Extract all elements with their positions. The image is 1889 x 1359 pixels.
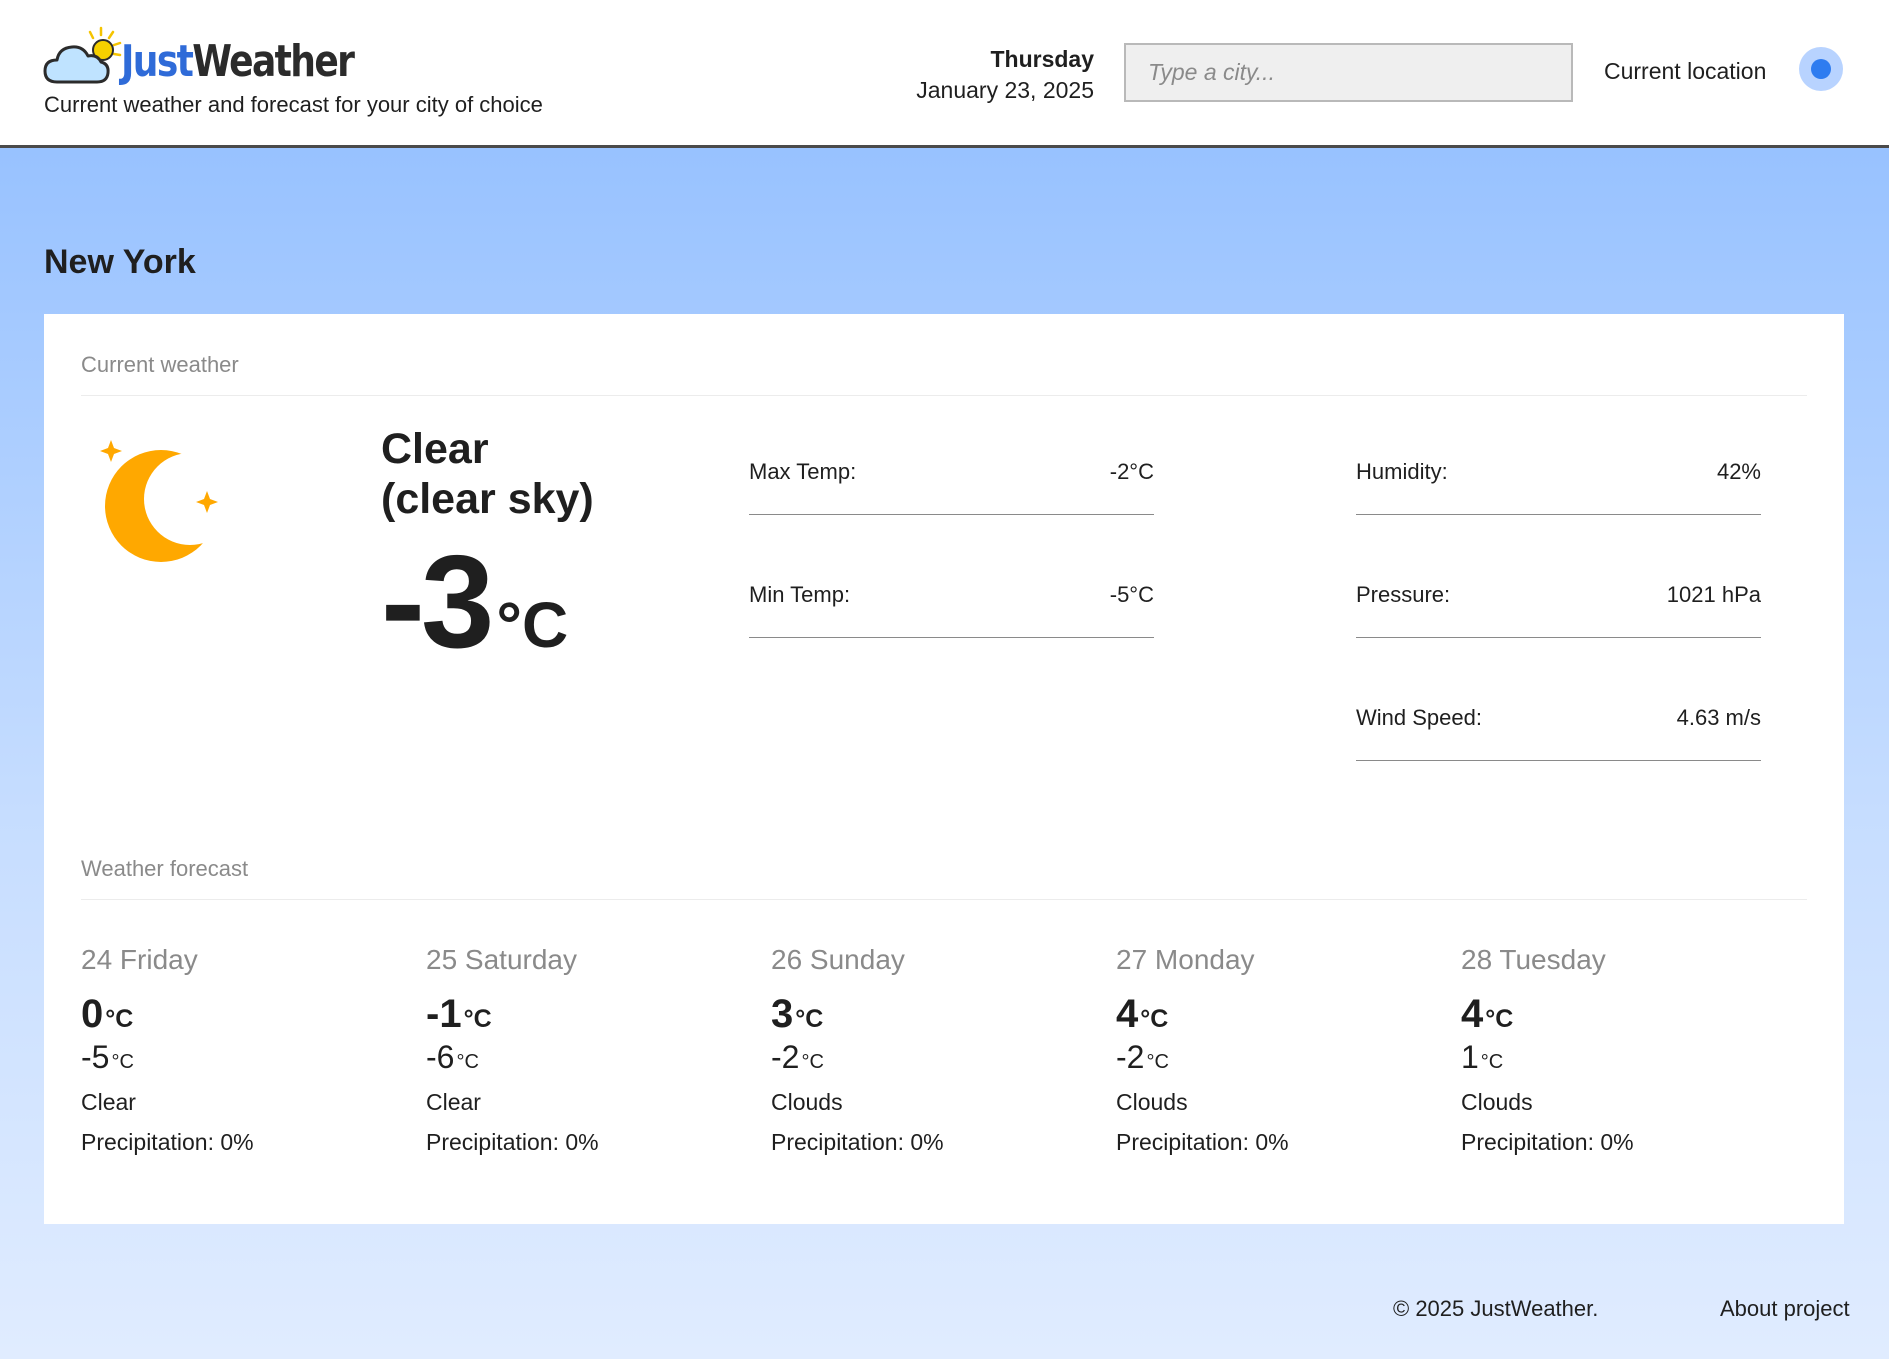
stat-label: Max Temp: <box>749 459 857 484</box>
day-name: Thursday <box>990 46 1094 72</box>
forecast-min: -6 °C <box>426 1036 726 1078</box>
forecast-unit: °C <box>801 1051 824 1073</box>
forecast-unit: °C <box>1140 1005 1169 1033</box>
forecast-min: 1 °C <box>1461 1036 1761 1078</box>
current-location-button[interactable]: Current location <box>1604 58 1766 85</box>
forecast-precipitation: Precipitation: 0% <box>426 1129 599 1155</box>
forecast-condition: Clear <box>426 1089 481 1115</box>
forecast-title: Weather forecast <box>81 856 249 881</box>
logo-wordmark: JustWeather <box>121 40 355 84</box>
stat-value: 4.63 m/s <box>1676 705 1761 730</box>
forecast-precipitation: Precipitation: 0% <box>771 1129 944 1155</box>
logo-word-weather: Weather <box>192 36 355 87</box>
forecast-day: 27 Monday 4°C -2 °C Clouds Precipitation:… <box>1116 944 1416 1162</box>
forecast-day-name: 27 Monday <box>1116 944 1255 975</box>
stat-label: Wind Speed: <box>1356 705 1482 730</box>
description-detail: (clear sky) <box>381 475 594 523</box>
tagline: Current weather and forecast for your ci… <box>44 92 543 117</box>
forecast-max-value: 3 <box>771 992 794 1036</box>
forecast-unit: °C <box>1480 1051 1504 1073</box>
forecast-precipitation: Precipitation: 0% <box>81 1129 254 1155</box>
description-main: Clear <box>381 425 489 473</box>
stat-label: Pressure: <box>1356 582 1451 607</box>
about-project-link[interactable]: About project <box>1720 1296 1850 1322</box>
stat-max-temp: Max Temp: -2°C <box>749 450 1154 515</box>
forecast-min-value: -5 <box>81 1039 110 1075</box>
stat-label: Humidity: <box>1356 459 1448 484</box>
forecast-min-value: -2 <box>771 1039 800 1075</box>
forecast-unit: °C <box>1485 1005 1514 1033</box>
stat-label: Min Temp: <box>749 582 851 607</box>
stat-value: 1021 hPa <box>1666 582 1761 607</box>
forecast-unit: °C <box>1146 1051 1169 1073</box>
forecast-condition: Clouds <box>1461 1089 1533 1115</box>
forecast-unit: °C <box>463 1005 492 1033</box>
app-header: JustWeather Current weather and forecast… <box>0 0 1889 148</box>
weather-description: Clear (clear sky) <box>381 424 594 524</box>
forecast-condition: Clouds <box>771 1089 843 1115</box>
stat-min-temp: Min Temp: -5°C <box>749 573 1154 638</box>
current-weather-title: Current weather <box>81 352 239 377</box>
date-text: January 23, 2025 <box>916 77 1094 103</box>
cloud-sun-icon <box>43 26 122 84</box>
stat-wind-speed: Wind Speed: 4.63 m/s <box>1356 696 1761 761</box>
forecast-day-name: 28 Tuesday <box>1461 944 1606 975</box>
stat-value: -2°C <box>1109 459 1154 484</box>
divider <box>81 395 1807 396</box>
stat-pressure: Pressure: 1021 hPa <box>1356 573 1761 638</box>
stat-humidity: Humidity: 42% <box>1356 450 1761 515</box>
forecast-condition: Clear <box>81 1089 136 1115</box>
forecast-unit: °C <box>111 1051 134 1073</box>
stat-value: 42% <box>1716 459 1761 484</box>
forecast-min-value: -6 <box>426 1039 455 1075</box>
forecast-unit: °C <box>105 1005 134 1033</box>
forecast-day: 26 Sunday 3°C -2 °C Clouds Precipitation:… <box>771 944 1071 1162</box>
weather-card: Current weather Clear (clear sky) -3°C M… <box>44 314 1844 1224</box>
current-temperature: -3°C <box>381 536 568 668</box>
forecast-max: 4°C <box>1461 992 1761 1036</box>
forecast-condition: Clouds <box>1116 1089 1188 1115</box>
forecast-min: -2 °C <box>1116 1036 1416 1078</box>
location-toggle[interactable] <box>1799 47 1843 91</box>
forecast-day: 28 Tuesday 4°C 1 °C Clouds Precipitation:… <box>1461 944 1761 1162</box>
forecast-max-value: 4 <box>1461 992 1484 1036</box>
forecast-min-value: -2 <box>1116 1039 1145 1075</box>
forecast-max: 3°C <box>771 992 1071 1036</box>
city-name: New York <box>44 243 196 281</box>
forecast-day-name: 25 Saturday <box>426 944 577 975</box>
forecast-precipitation: Precipitation: 0% <box>1461 1129 1634 1155</box>
forecast-max-value: 4 <box>1116 992 1139 1036</box>
logo-word-just: Just <box>121 36 194 87</box>
forecast-day: 25 Saturday -1°C -6 °C Clear Precipitatio… <box>426 944 726 1162</box>
forecast-min: -5 °C <box>81 1036 381 1078</box>
forecast-max-value: 0 <box>81 992 104 1036</box>
current-date: Thursday January 23, 2025 <box>916 44 1094 106</box>
forecast-max: 4°C <box>1116 992 1416 1036</box>
copyright: © 2025 JustWeather. <box>1393 1296 1599 1321</box>
temperature-value: -3 <box>381 528 494 675</box>
forecast-day: 24 Friday 0°C -5 °C Clear Precipitation: … <box>81 944 381 1162</box>
forecast-unit: °C <box>795 1005 824 1033</box>
crescent-moon-icon <box>100 440 218 562</box>
forecast-day-name: 26 Sunday <box>771 944 905 975</box>
forecast-min-value: 1 <box>1461 1039 1479 1075</box>
forecast-min: -2 °C <box>771 1036 1071 1078</box>
forecast-max-value: -1 <box>426 992 462 1036</box>
temperature-unit: °C <box>496 589 569 661</box>
location-dot-icon <box>1811 59 1831 79</box>
logo[interactable]: JustWeather <box>43 26 363 90</box>
forecast-day-name: 24 Friday <box>81 944 198 975</box>
divider <box>81 899 1807 900</box>
city-search-input[interactable] <box>1124 43 1573 102</box>
forecast-precipitation: Precipitation: 0% <box>1116 1129 1289 1155</box>
stat-value: -5°C <box>1109 582 1154 607</box>
forecast-unit: °C <box>456 1051 479 1073</box>
forecast-max: 0°C <box>81 992 381 1036</box>
forecast-max: -1°C <box>426 992 726 1036</box>
